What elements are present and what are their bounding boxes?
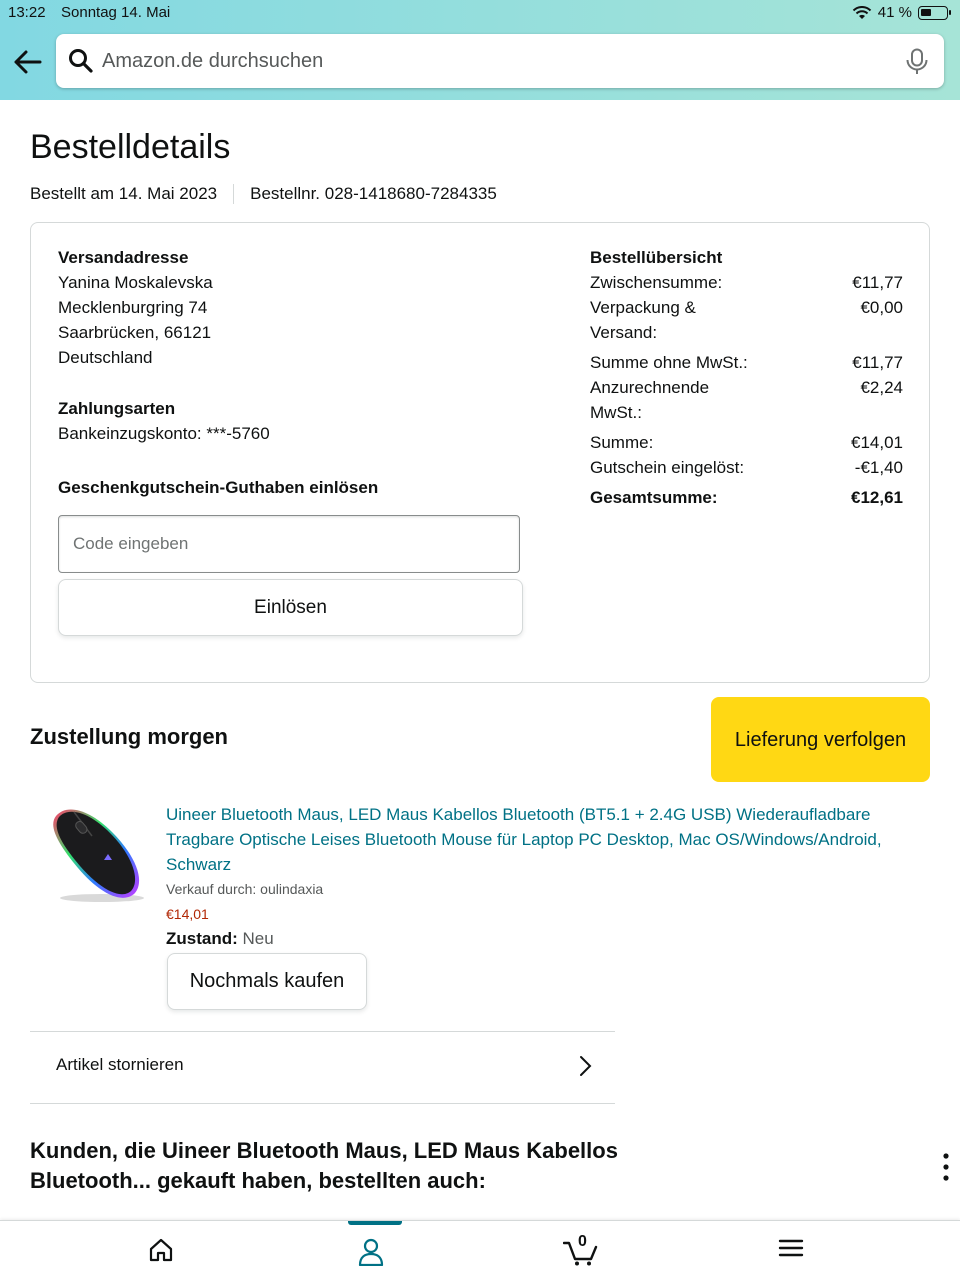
page-title: Bestelldetails (30, 128, 231, 166)
delivery-heading: Zustellung morgen (30, 724, 228, 749)
summary-heading: Bestellübersicht (590, 248, 723, 267)
product-title-link[interactable]: Uineer Bluetooth Maus, LED Maus Kabellos… (166, 802, 926, 877)
search-bar[interactable] (56, 34, 944, 88)
user-icon (358, 1238, 384, 1266)
summary-value: €2,24 (860, 378, 903, 397)
menu-icon (778, 1239, 804, 1257)
battery-percent: 41 % (877, 4, 912, 21)
gift-card-heading: Geschenkgutschein-Guthaben einlösen (58, 478, 379, 497)
order-meta: Bestellt am 14. Mai 2023 Bestellnr. 028-… (30, 184, 497, 204)
nav-home[interactable] (121, 1221, 201, 1280)
shipping-line: Deutschland (58, 348, 153, 367)
bottom-nav (0, 1220, 960, 1280)
more-options-icon[interactable] (942, 1152, 950, 1182)
status-time: 13:22 (8, 4, 46, 21)
condition-value: Neu (242, 929, 274, 948)
status-bar: 13:22 Sonntag 14. Mai 41 % (0, 0, 960, 26)
summary-total-label: Gesamtsumme: (590, 488, 718, 507)
summary-value: €0,00 (860, 298, 903, 317)
order-details-card: Versandadresse Yanina Moskalevska Meckle… (30, 222, 930, 683)
cancel-items-label: Artikel stornieren (56, 1055, 184, 1074)
app-header: 13:22 Sonntag 14. Mai 41 % (0, 0, 960, 100)
summary-label: Summe: (590, 433, 654, 452)
back-arrow-icon[interactable] (12, 48, 44, 76)
shipping-line: Saarbrücken, 66121 (58, 323, 212, 342)
shipping-heading: Versandadresse (58, 248, 189, 267)
status-right: 41 % (852, 4, 951, 21)
meta-divider (233, 184, 235, 204)
search-input[interactable] (102, 44, 882, 78)
product-condition: Zustand: Neu (166, 929, 274, 949)
summary-label: Anzurechnende MwSt.: (590, 378, 710, 422)
order-summary: Bestellübersicht Zwischensumme: €11,77 V… (590, 245, 903, 510)
payment-heading: Zahlungsarten (58, 399, 176, 418)
summary-row: Anzurechnende MwSt.: €2,24 (590, 375, 903, 425)
order-number: Bestellnr. 028-1418680-7284335 (250, 184, 497, 203)
summary-value: €11,77 (852, 273, 903, 292)
cancel-items-row[interactable]: Artikel stornieren (30, 1031, 615, 1104)
summary-label: Zwischensumme: (590, 273, 723, 292)
product-image[interactable] (44, 802, 148, 906)
nav-account[interactable] (331, 1221, 411, 1280)
order-date: Bestellt am 14. Mai 2023 (30, 184, 218, 203)
battery-icon (918, 5, 951, 20)
buy-again-button[interactable]: Nochmals kaufen (167, 953, 367, 1010)
payment-method: Bankeinzugskonto: ***-5760 (58, 424, 270, 443)
chevron-right-icon (580, 1056, 592, 1076)
cart-count-badge: 0 (578, 1233, 587, 1250)
summary-row: Verpackung & Versand: €0,00 (590, 295, 903, 345)
shipping-line: Yanina Moskalevska (58, 273, 213, 292)
summary-value: €14,01 (851, 433, 903, 452)
summary-row: Summe ohne MwSt.: €11,77 (590, 350, 903, 375)
shipping-line: Mecklenburgring 74 (58, 298, 208, 317)
summary-row: Gutschein eingelöst: -€1,40 (590, 455, 903, 480)
summary-value: -€1,40 (854, 458, 903, 477)
summary-total-value: €12,61 (851, 488, 903, 507)
track-package-button[interactable]: Lieferung verfolgen (711, 697, 930, 782)
home-icon (149, 1238, 173, 1262)
summary-row: Summe: €14,01 (590, 430, 903, 455)
microphone-icon[interactable] (904, 48, 930, 76)
product-price: €14,01 (166, 906, 209, 922)
gift-code-input[interactable] (58, 515, 520, 573)
summary-label: Gutschein eingelöst: (590, 458, 745, 477)
wifi-icon (852, 5, 872, 19)
status-date: Sonntag 14. Mai (61, 4, 171, 21)
summary-value: €11,77 (852, 353, 903, 372)
search-icon (69, 49, 93, 73)
condition-label: Zustand: (166, 929, 238, 948)
seller-info: Verkauf durch: oulindaxia (166, 881, 324, 897)
summary-total-row: Gesamtsumme: €12,61 (590, 485, 903, 510)
redeem-button[interactable]: Einlösen (58, 579, 523, 636)
summary-label: Verpackung & Versand: (590, 298, 696, 342)
summary-row: Zwischensumme: €11,77 (590, 270, 903, 295)
also-bought-heading: Kunden, die Uineer Bluetooth Maus, LED M… (30, 1138, 618, 1193)
nav-menu[interactable] (751, 1221, 831, 1280)
summary-label: Summe ohne MwSt.: (590, 353, 748, 372)
address-payment-column: Versandadresse Yanina Moskalevska Meckle… (58, 245, 528, 500)
